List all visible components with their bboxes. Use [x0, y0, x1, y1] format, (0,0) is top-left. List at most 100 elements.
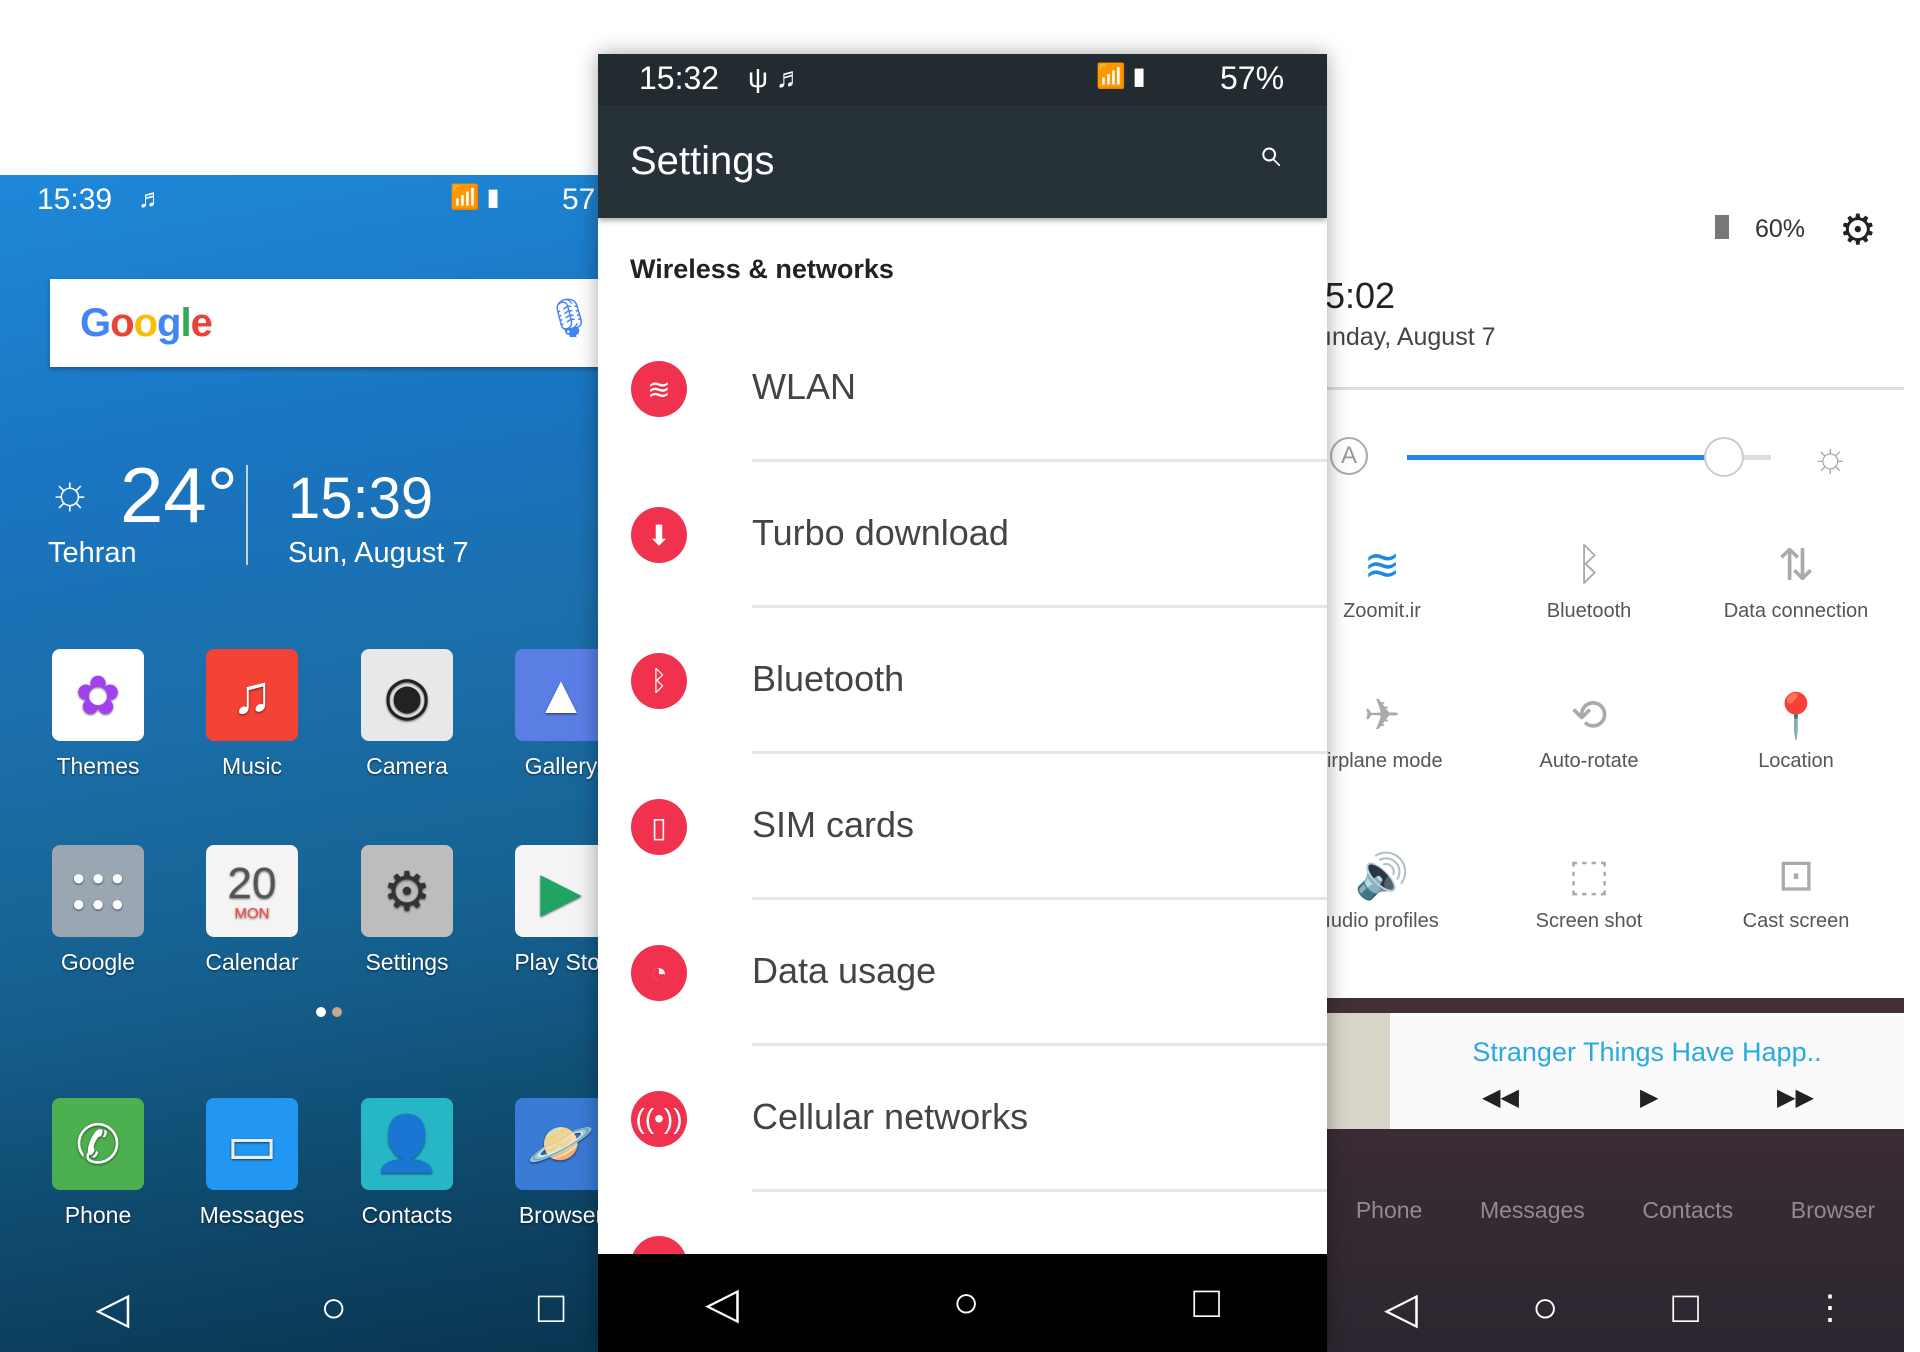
home-icon[interactable]: ○ — [320, 1283, 347, 1333]
settings-item-sim-cards[interactable]: ▯ SIM cards — [598, 754, 1327, 900]
status-bar: 15:32 ψ ♬ 📶 ▮ 57% — [598, 54, 1327, 105]
browser-icon: 🪐 — [515, 1098, 598, 1190]
camera-icon: ◉ — [361, 649, 453, 741]
usb-music-icons: ψ ♬ — [748, 62, 804, 93]
settings-item-label: Data usage — [752, 950, 937, 991]
home-screen: 15:39 ♬ 📶 ▮ 57 Google 🎙 ☼ 24° Tehran 15:… — [0, 175, 598, 1352]
sun-icon: ☼ — [48, 466, 92, 519]
more-icon[interactable]: ⋮ — [1813, 1288, 1847, 1328]
tile-label: Location — [1758, 750, 1834, 772]
media-title: Stranger Things Have Happ.. — [1472, 1037, 1822, 1067]
calendar-icon: 20 MON — [206, 845, 298, 937]
brightness-sun-icon: ☼ — [1811, 433, 1850, 480]
recents-icon[interactable]: □ — [538, 1283, 565, 1333]
nav-bar: ◁ ○ □ ⋮ — [1327, 1275, 1904, 1341]
brightness-thumb[interactable] — [1703, 437, 1744, 477]
auto-brightness-icon[interactable]: A — [1330, 437, 1368, 475]
tile-wifi[interactable]: ≋ Zoomit.ir — [1327, 540, 1482, 623]
sim-icon: ▯ — [631, 799, 687, 855]
settings-item-turbo-download[interactable]: ⬇ Turbo download — [598, 462, 1327, 608]
clock: 15:39 — [288, 466, 434, 531]
messages-icon: ▭ — [206, 1098, 298, 1190]
recents-icon[interactable]: □ — [1672, 1283, 1699, 1333]
tile-label: ıirplane mode — [1327, 750, 1443, 772]
quick-settings-panel: 60% ⚙ 5:02 ınday, August 7 A ☼ ≋ Zoomit.i… — [1327, 175, 1904, 998]
tile-speaker[interactable]: 🔊 ıudio profiles — [1327, 850, 1482, 933]
app-music[interactable]: ♫ Music — [177, 649, 327, 780]
page-indicator — [332, 1007, 342, 1017]
album-art — [1327, 1013, 1390, 1129]
back-icon[interactable]: ◁ — [1384, 1283, 1418, 1334]
battery-percent: 57% — [1220, 60, 1285, 96]
cast-icon: ⊡ — [1777, 851, 1815, 900]
app-camera[interactable]: ◉ Camera — [332, 649, 482, 780]
flower-icon: ✿ — [52, 649, 144, 741]
brightness-fill — [1407, 455, 1724, 460]
app-gallery[interactable]: ▲ Gallery — [486, 649, 598, 780]
tile-label: Data connection — [1723, 600, 1869, 622]
temperature: 24° — [120, 451, 238, 539]
battery-percent: 57 — [562, 183, 596, 216]
tile-label: Bluetooth — [1546, 600, 1632, 622]
back-icon[interactable]: ◁ — [705, 1278, 739, 1329]
app-themes[interactable]: ✿ Themes — [23, 649, 173, 780]
fast-forward-icon[interactable]: ▶▶ — [1777, 1083, 1814, 1112]
recents-icon[interactable]: □ — [1193, 1278, 1220, 1328]
app-play-store[interactable]: ▶Play Stor — [486, 845, 598, 976]
divider — [246, 465, 248, 565]
settings-item-bluetooth[interactable]: ᛒ Bluetooth — [598, 608, 1327, 754]
dock-messages[interactable]: ▭ Messages — [177, 1098, 327, 1229]
battery-icon — [1715, 215, 1729, 239]
home-icon[interactable]: ○ — [953, 1278, 980, 1328]
dimmed-dock: Phone Messages Contacts Browser — [1355, 1197, 1876, 1223]
gear-icon: ⚙ — [361, 845, 453, 937]
settings-screen: 15:32 ψ ♬ 📶 ▮ 57% Settings ⌕ Wireless & … — [598, 54, 1327, 1352]
search-icon[interactable]: ⌕ — [1258, 131, 1280, 176]
gallery-icon: ▲ — [515, 649, 598, 741]
tile-airplane[interactable]: ✈ ıirplane mode — [1327, 690, 1482, 773]
app-google-folder[interactable]: ● ● ● ● ● ● Google — [23, 845, 173, 976]
nav-bar: ◁ ○ □ — [598, 1254, 1327, 1352]
home-icon[interactable]: ○ — [1532, 1283, 1559, 1333]
shade-date: ınday, August 7 — [1327, 323, 1496, 351]
signal-icon: 📶 ▮ — [1096, 63, 1146, 90]
back-icon[interactable]: ◁ — [96, 1283, 130, 1334]
settings-item-label: Cellular networks — [752, 1096, 1029, 1137]
folder-icon: ● ● ● ● ● ● — [52, 845, 144, 937]
tile-rotate[interactable]: ⟲ Auto-rotate — [1489, 690, 1689, 773]
phone-icon: ✆ — [52, 1098, 144, 1190]
signal-icon: 📶 ▮ — [450, 184, 500, 211]
settings-item-cellular-networks[interactable]: ((•)) Cellular networks — [598, 1046, 1327, 1192]
tile-cast[interactable]: ⊡ Cast screen — [1696, 850, 1896, 933]
rewind-icon[interactable]: ◀◀ — [1482, 1083, 1519, 1112]
app-settings[interactable]: ⚙ Settings — [332, 845, 482, 976]
divider — [752, 1189, 1327, 1192]
tile-data-connection[interactable]: ⇅ Data connection — [1696, 540, 1896, 623]
tile-label: Cast screen — [1742, 910, 1850, 932]
settings-item-label: Bluetooth — [752, 658, 905, 699]
google-search-bar[interactable]: Google 🎙 — [50, 279, 598, 367]
contacts-icon: 👤 — [361, 1098, 453, 1190]
settings-item-data-usage[interactable]: ◔ Data usage — [598, 900, 1327, 1046]
wifi-icon: ≋ — [631, 361, 687, 417]
settings-gear-icon[interactable]: ⚙ — [1839, 205, 1877, 254]
download-icon: ⬇ — [631, 507, 687, 563]
tile-screenshot[interactable]: ⬚ Screen shot — [1489, 850, 1689, 933]
tile-label: Screen shot — [1535, 910, 1643, 932]
mic-icon[interactable]: 🎙 — [545, 297, 593, 341]
play-icon[interactable]: ▶ — [1640, 1083, 1658, 1112]
dock-contacts[interactable]: 👤 Contacts — [332, 1098, 482, 1229]
tile-location[interactable]: 📍 Location — [1696, 690, 1896, 773]
media-card: Stranger Things Have Happ.. ◀◀ ▶ ▶▶ — [1327, 1013, 1904, 1129]
dock-browser[interactable]: 🪐 Browser — [486, 1098, 598, 1229]
brightness-slider[interactable] — [1407, 437, 1771, 477]
bluetooth-icon: ᛒ — [631, 653, 687, 709]
screenshot-icon: ⬚ — [1568, 851, 1610, 900]
dock-phone[interactable]: ✆ Phone — [23, 1098, 173, 1229]
airplane-icon: ✈ — [1363, 691, 1401, 740]
settings-item-wlan[interactable]: ≋ WLAN — [598, 316, 1327, 462]
status-time: 15:39 — [37, 183, 113, 216]
app-calendar[interactable]: 20 MON Calendar — [177, 845, 327, 976]
shade-time: 5:02 — [1327, 275, 1396, 316]
tile-bluetooth[interactable]: ᛒ Bluetooth — [1489, 540, 1689, 623]
